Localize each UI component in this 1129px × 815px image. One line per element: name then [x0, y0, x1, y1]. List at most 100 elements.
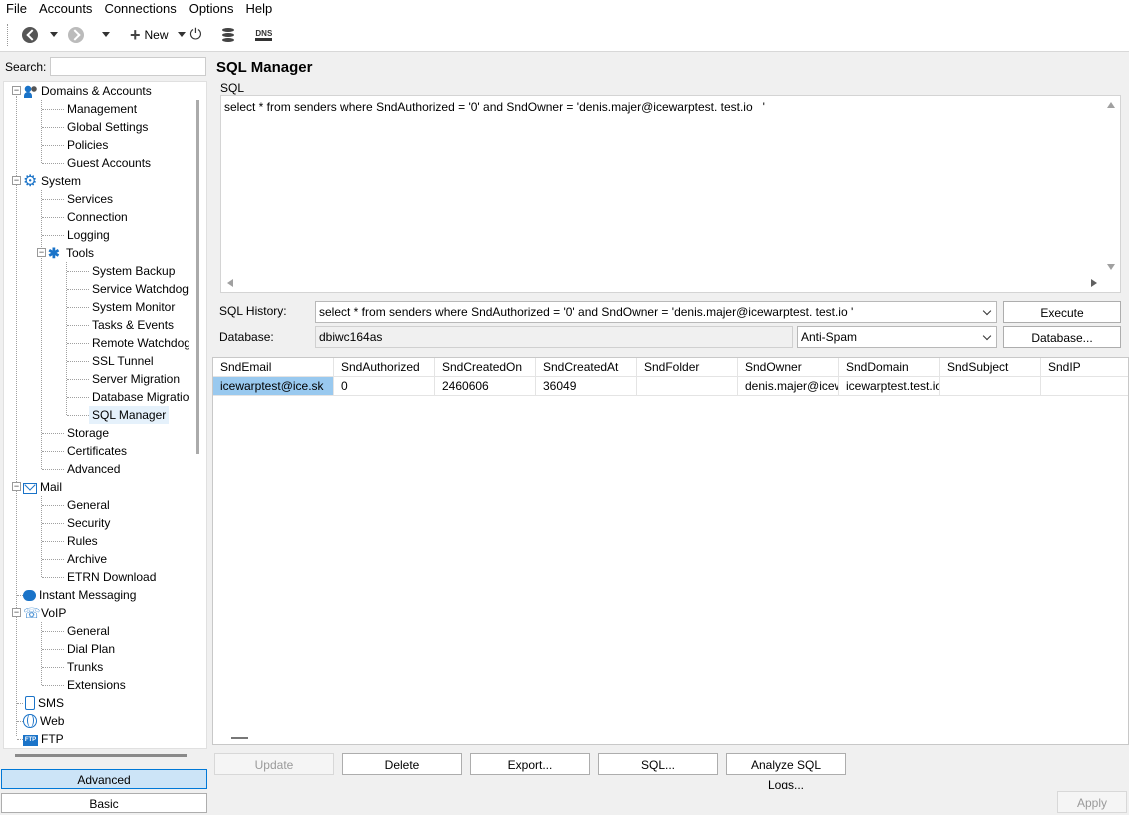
update-button[interactable]: Update [214, 753, 334, 775]
tree-tools[interactable]: ✱ Tools [48, 244, 94, 262]
tree-dial-plan[interactable]: Dial Plan [67, 640, 115, 658]
sql-history-select[interactable]: select * from senders where SndAuthorize… [315, 301, 997, 323]
sql-query-text[interactable]: select * from senders where SndAuthorize… [224, 100, 765, 114]
tree-system[interactable]: ⚙ System [23, 172, 81, 190]
cell-sndowner[interactable]: denis.majer@icewar [738, 377, 839, 396]
tree-database-migration[interactable]: Database Migration [92, 388, 196, 406]
tree-tasks-events[interactable]: Tasks & Events [92, 316, 174, 334]
column-header-sndsubject[interactable]: SndSubject [940, 358, 1041, 377]
tree-service-watchdog[interactable]: Service Watchdog [92, 280, 189, 298]
tree-mail[interactable]: Mail [23, 478, 62, 496]
column-header-sndauthorized[interactable]: SndAuthorized [334, 358, 435, 377]
expand-mail-icon[interactable]: − [12, 482, 21, 491]
scroll-left-icon[interactable] [227, 279, 233, 287]
tree-etrn-download[interactable]: ETRN Download [67, 568, 156, 586]
analyze-sql-logs-button[interactable]: Analyze SQL Logs... [726, 753, 846, 792]
tree-extensions[interactable]: Extensions [67, 676, 126, 694]
results-grid[interactable]: SndEmail SndAuthorized SndCreatedOn SndC… [212, 357, 1129, 745]
tree-services[interactable]: Services [67, 190, 113, 208]
tree-guest-accounts[interactable]: Guest Accounts [67, 154, 151, 172]
column-header-sndemail[interactable]: SndEmail [213, 358, 334, 377]
tree-advanced[interactable]: Advanced [67, 460, 120, 478]
apply-button[interactable]: Apply [1057, 791, 1127, 813]
export-button[interactable]: Export... [470, 753, 590, 775]
dns-button[interactable]: DNS [255, 23, 273, 47]
menu-options[interactable]: Options [183, 0, 240, 18]
tree-management[interactable]: Management [67, 100, 137, 118]
new-button[interactable]: + New [130, 23, 169, 47]
expand-domains-icon[interactable]: − [12, 86, 21, 95]
forward-button[interactable] [68, 23, 84, 47]
cell-sndsubject[interactable] [940, 377, 1041, 396]
table-row[interactable]: icewarptest@ice.sk 0 2460606 36049 denis… [213, 377, 1128, 396]
scroll-right-icon[interactable] [1091, 279, 1097, 287]
tree-voip[interactable]: ☏ VoIP [23, 604, 66, 622]
tree-ftp[interactable]: FTP FTP [23, 730, 64, 748]
grid-scroll-thumb[interactable] [231, 737, 248, 739]
advanced-mode-button[interactable]: Advanced [1, 769, 207, 789]
cell-sndcreatedat[interactable]: 36049 [536, 377, 637, 396]
tree-certificates[interactable]: Certificates [67, 442, 127, 460]
delete-button[interactable]: Delete [342, 753, 462, 775]
tree-horizontal-scroll-thumb[interactable] [15, 754, 187, 757]
expand-system-icon[interactable]: − [12, 176, 21, 185]
tree-instant-messaging[interactable]: Instant Messaging [23, 586, 136, 604]
database-type-select[interactable]: Anti-Spam [797, 326, 997, 348]
tree-trunks[interactable]: Trunks [67, 658, 103, 676]
column-header-sndcreatedat[interactable]: SndCreatedAt [536, 358, 637, 377]
power-button[interactable]: ⏻ [190, 23, 202, 47]
scroll-up-icon[interactable] [1107, 102, 1115, 108]
back-button[interactable] [22, 23, 38, 47]
tree-server-migration[interactable]: Server Migration [92, 370, 180, 388]
database-toolbar-button[interactable] [222, 23, 235, 47]
search-input[interactable] [50, 57, 206, 76]
tree-sms[interactable]: SMS [23, 694, 64, 712]
execute-button[interactable]: Execute [1003, 301, 1121, 323]
cell-sndauthorized[interactable]: 0 [334, 377, 435, 396]
tree-scrollbar[interactable] [189, 82, 206, 748]
tree-security[interactable]: Security [67, 514, 110, 532]
tree-global-settings[interactable]: Global Settings [67, 118, 148, 136]
forward-dropdown-icon[interactable] [102, 32, 110, 37]
column-header-sndfolder[interactable]: SndFolder [637, 358, 738, 377]
tree-connection[interactable]: Connection [67, 208, 128, 226]
tree-mail-general[interactable]: General [67, 496, 110, 514]
tree-domains-accounts[interactable]: Domains & Accounts [23, 82, 152, 100]
sql-vertical-scrollbar[interactable] [1103, 96, 1120, 276]
cell-sndip[interactable] [1041, 377, 1128, 396]
tree-policies[interactable]: Policies [67, 136, 108, 154]
expand-voip-icon[interactable]: − [12, 608, 21, 617]
menu-file[interactable]: File [0, 0, 33, 18]
column-header-sndowner[interactable]: SndOwner [738, 358, 839, 377]
database-button[interactable]: Database... [1003, 326, 1121, 348]
tree-system-monitor[interactable]: System Monitor [92, 298, 175, 316]
cell-sndcreatedon[interactable]: 2460606 [435, 377, 536, 396]
menu-accounts[interactable]: Accounts [33, 0, 98, 18]
tree-ssl-tunnel[interactable]: SSL Tunnel [92, 352, 154, 370]
scroll-down-icon[interactable] [1107, 264, 1115, 270]
tree-archive[interactable]: Archive [67, 550, 107, 568]
tree-system-backup[interactable]: System Backup [92, 262, 175, 280]
menu-help[interactable]: Help [240, 0, 279, 18]
column-header-sndip[interactable]: SndIP [1041, 358, 1128, 377]
toolbar-grip[interactable] [7, 23, 10, 46]
menu-connections[interactable]: Connections [98, 0, 182, 18]
cell-sndfolder[interactable] [637, 377, 738, 396]
back-dropdown-icon[interactable] [50, 32, 58, 37]
tree-rules[interactable]: Rules [67, 532, 98, 550]
tree-voip-general[interactable]: General [67, 622, 110, 640]
basic-mode-button[interactable]: Basic [1, 793, 207, 813]
sql-horizontal-scrollbar[interactable] [221, 275, 1103, 292]
cell-sndemail[interactable]: icewarptest@ice.sk [213, 377, 334, 396]
tree-remote-watchdog[interactable]: Remote Watchdog [92, 334, 191, 352]
tree-web[interactable]: Web [23, 712, 64, 730]
expand-tools-icon[interactable]: − [37, 248, 46, 257]
tree-scroll-thumb[interactable] [196, 100, 199, 454]
column-header-snddomain[interactable]: SndDomain [839, 358, 940, 377]
column-header-sndcreatedon[interactable]: SndCreatedOn [435, 358, 536, 377]
cell-snddomain[interactable]: icewarptest.test.io [839, 377, 940, 396]
tree-sql-manager[interactable]: SQL Manager [89, 406, 170, 424]
tree-storage[interactable]: Storage [67, 424, 109, 442]
sql-button[interactable]: SQL... [598, 753, 718, 775]
tree-logging[interactable]: Logging [67, 226, 110, 244]
